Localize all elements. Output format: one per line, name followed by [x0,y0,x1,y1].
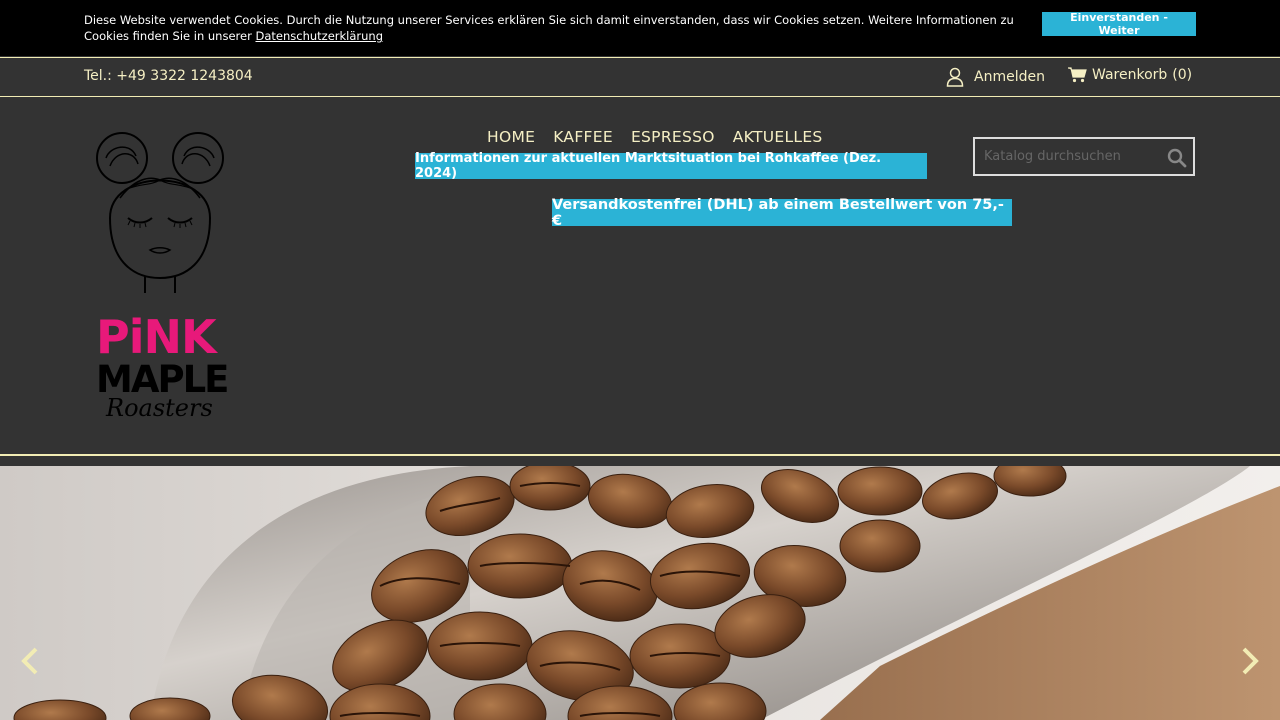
coffee-beans-scoop-image [0,466,1280,720]
cart-label: Warenkorb [1092,67,1168,83]
hero-slider [0,466,1280,720]
nav-item-aktuelles[interactable]: AKTUELLES [733,128,823,146]
top-bar: Tel.: +49 3322 1243804 Anmelden Warenkor… [0,57,1280,97]
login-label: Anmelden [974,69,1045,85]
free-shipping-banner: Versandkostenfrei (DHL) ab einem Bestell… [552,197,1012,229]
phone-number: Tel.: +49 3322 1243804 [84,68,253,84]
chevron-left-icon[interactable] [18,646,42,676]
catalog-search [973,137,1195,176]
site-header: PiNK MAPLE Roasters HOME KAFFEE ESPRESSO… [0,98,1280,456]
cookie-notice-body: Diese Website verwendet Cookies. Durch d… [84,13,1014,43]
main-navigation: HOME KAFFEE ESPRESSO AKTUELLES [487,128,823,146]
chevron-right-icon[interactable] [1238,646,1262,676]
cookie-notice-text: Diese Website verwendet Cookies. Durch d… [84,12,1014,44]
nav-item-kaffee[interactable]: KAFFEE [553,128,613,146]
login-link[interactable]: Anmelden [946,67,1045,87]
nav-item-espresso[interactable]: ESPRESSO [631,128,715,146]
logo-text-roasters: Roasters [106,394,213,422]
logo-text-pink: PiNK [96,310,217,364]
pink-maple-roasters-logo[interactable]: PiNK MAPLE Roasters [90,128,235,428]
cart-count: (0) [1172,67,1193,83]
shopping-cart-icon [1068,67,1087,83]
privacy-policy-link[interactable]: Datenschutzerklärung [255,29,383,43]
search-icon[interactable] [1167,148,1187,168]
logo-face-illustration [96,132,224,293]
search-input[interactable] [975,139,1165,174]
user-icon [946,67,964,87]
accept-cookies-button[interactable]: Einverstanden - Weiter [1042,11,1196,37]
cookie-bar: Diese Website verwendet Cookies. Durch d… [0,0,1280,56]
nav-item-home[interactable]: HOME [487,128,535,146]
cart-link[interactable]: Warenkorb (0) [1068,67,1192,83]
market-situation-link[interactable]: Informationen zur aktuellen Marktsituati… [415,151,927,181]
